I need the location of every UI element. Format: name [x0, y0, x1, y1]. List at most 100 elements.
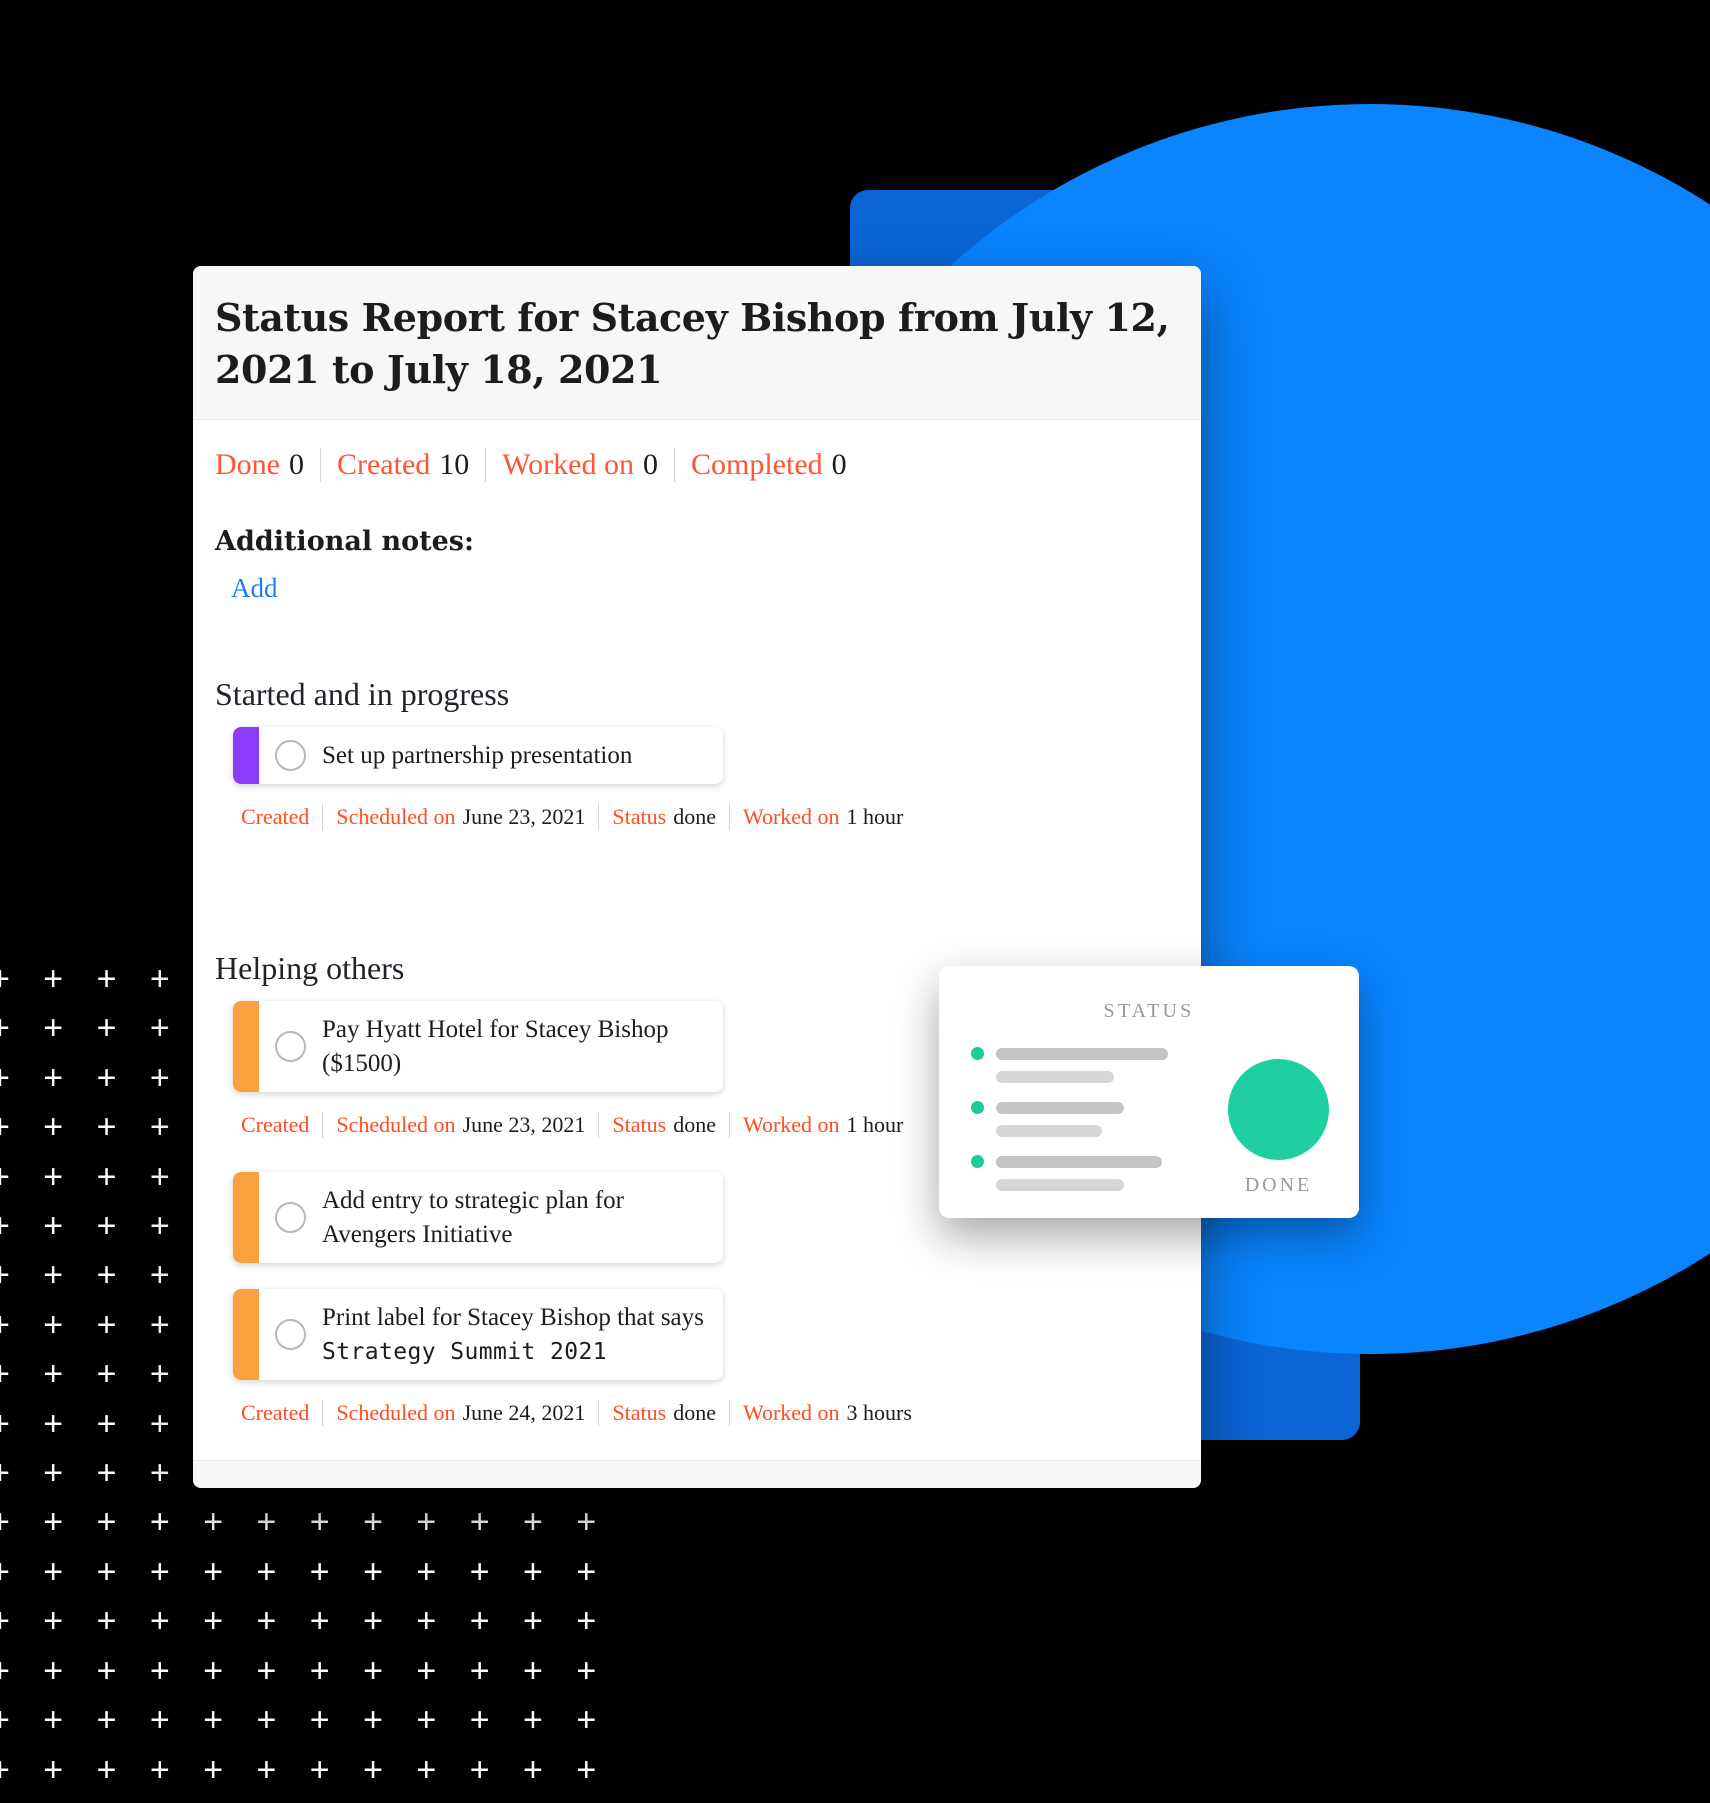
task-meta-label: Status — [612, 1400, 667, 1426]
task-text: Pay Hyatt Hotel for Stacey Bishop ($1500… — [322, 1013, 709, 1080]
status-skeleton-bar — [996, 1047, 1168, 1060]
task-card-inner: Print label for Stacey Bishop that says S… — [259, 1289, 723, 1380]
stat-worked-on: Worked on 0 — [485, 447, 674, 482]
task-meta-created: Created — [241, 1400, 322, 1426]
task-meta-value: June 24, 2021 — [462, 1400, 586, 1426]
task-meta-value: June 23, 2021 — [462, 1112, 586, 1138]
task-item: Print label for Stacey Bishop that says S… — [233, 1289, 1179, 1427]
task-card-inner: Add entry to strategic plan for Avengers… — [259, 1172, 723, 1263]
task-meta-created: Created — [241, 804, 322, 830]
add-note-link[interactable]: Add — [231, 573, 278, 604]
task-meta-row: Created Scheduled on June 24, 2021 Status do… — [241, 1400, 1179, 1427]
status-skeleton-list — [965, 1047, 1228, 1209]
stat-label: Worked on — [502, 447, 634, 481]
stat-done: Done 0 — [215, 448, 320, 482]
stat-value: 0 — [288, 447, 304, 481]
status-skeleton-bar — [996, 1101, 1124, 1114]
status-widget-body: DONE — [965, 1047, 1333, 1209]
status-dot-icon — [971, 1101, 984, 1114]
task-meta-row: Created Scheduled on June 23, 2021 Status do… — [241, 804, 1179, 831]
stat-value: 10 — [439, 447, 470, 481]
task-meta-label: Worked on — [742, 1400, 840, 1426]
status-skeleton-bar — [996, 1155, 1162, 1168]
task-item: Set up partnership presentation Created Sc… — [233, 726, 1179, 831]
task-text-main: Set up partnership presentation — [322, 741, 633, 769]
status-skeleton-primary-line — [971, 1047, 1228, 1060]
stat-label: Created — [336, 447, 431, 481]
task-text-main: Pay Hyatt Hotel for Stacey Bishop ($1500… — [322, 1016, 669, 1077]
task-meta-status: Status done — [598, 804, 729, 831]
task-card[interactable]: Set up partnership presentation — [233, 726, 723, 785]
task-text: Print label for Stacey Bishop that says S… — [322, 1301, 704, 1368]
status-report-card: Status Report for Stacey Bishop from Jul… — [193, 266, 1201, 1488]
stat-value: 0 — [642, 447, 658, 481]
task-card[interactable]: Print label for Stacey Bishop that says S… — [233, 1289, 723, 1381]
task-meta-value: done — [673, 804, 716, 830]
task-meta-created: Created — [241, 1112, 322, 1138]
task-meta-scheduled-on: Scheduled on June 23, 2021 — [322, 804, 598, 831]
task-accent-bar — [233, 1172, 259, 1264]
task-meta-status: Status done — [598, 1112, 729, 1139]
status-skeleton-subbar — [996, 1071, 1114, 1083]
stat-label: Done — [215, 447, 280, 481]
task-meta-label: Scheduled on — [336, 1400, 456, 1426]
stats-summary-row: Done 0 Created 10 Worked on 0 Completed 0 — [215, 447, 1179, 482]
task-meta-value: 1 hour — [846, 1112, 904, 1138]
task-card-inner: Pay Hyatt Hotel for Stacey Bishop ($1500… — [259, 1001, 723, 1092]
status-skeleton-primary-line — [971, 1155, 1228, 1168]
task-card-inner: Set up partnership presentation — [259, 727, 723, 785]
task-accent-bar — [233, 726, 259, 785]
section-title: Started and in progress — [215, 675, 510, 712]
task-accent-bar — [233, 1289, 259, 1381]
task-meta-worked-on: Worked on 1 hour — [728, 804, 916, 831]
stat-value: 0 — [831, 447, 847, 481]
task-meta-label: Scheduled on — [336, 1112, 456, 1138]
task-card[interactable]: Add entry to strategic plan for Avengers… — [233, 1172, 723, 1264]
page-title: Status Report for Stacey Bishop from Jul… — [215, 295, 1170, 393]
status-skeleton-row — [971, 1155, 1228, 1191]
task-meta-worked-on: Worked on 3 hours — [728, 1400, 925, 1427]
report-header: Status Report for Stacey Bishop from Jul… — [193, 266, 1201, 420]
additional-notes-heading: Additional notes: — [215, 525, 474, 557]
stat-label: Completed — [690, 447, 823, 481]
status-done-indicator: DONE — [1228, 1059, 1333, 1197]
task-checkbox-circle-icon[interactable] — [275, 740, 306, 772]
status-skeleton-subbar — [996, 1179, 1124, 1191]
task-meta-scheduled-on: Scheduled on June 24, 2021 — [322, 1400, 598, 1427]
task-card[interactable]: Pay Hyatt Hotel for Stacey Bishop ($1500… — [233, 1001, 723, 1093]
stat-created: Created 10 — [319, 447, 485, 482]
task-meta-label: Status — [612, 804, 667, 830]
task-meta-value: June 23, 2021 — [462, 804, 586, 830]
status-widget-card: STATUS DONE — [939, 966, 1359, 1218]
status-dot-icon — [971, 1047, 984, 1060]
report-footer: Copy Link Copy Text — [193, 1460, 1201, 1488]
stat-completed: Completed 0 — [673, 447, 863, 482]
task-text-monospace: Strategy Summit 2021 — [322, 1338, 607, 1365]
task-checkbox-circle-icon[interactable] — [275, 1202, 306, 1234]
status-skeleton-primary-line — [971, 1101, 1228, 1114]
task-meta-label: Status — [612, 1112, 667, 1138]
status-dot-icon — [971, 1155, 984, 1168]
task-text-main: Print label for Stacey Bishop that says — [322, 1304, 704, 1332]
task-meta-scheduled-on: Scheduled on June 23, 2021 — [322, 1112, 598, 1139]
task-meta-label: Created — [241, 804, 310, 830]
task-meta-label: Scheduled on — [336, 804, 456, 830]
task-meta-value: 1 hour — [846, 804, 904, 830]
status-widget-heading: STATUS — [1103, 1000, 1195, 1022]
task-meta-worked-on: Worked on 1 hour — [728, 1112, 916, 1139]
task-accent-bar — [233, 1001, 259, 1093]
status-skeleton-row — [971, 1047, 1228, 1083]
task-checkbox-circle-icon[interactable] — [275, 1319, 306, 1351]
task-text: Add entry to strategic plan for Avengers… — [322, 1184, 709, 1251]
status-skeleton-subbar — [996, 1125, 1102, 1137]
task-meta-value: 3 hours — [846, 1400, 912, 1426]
task-meta-value: done — [673, 1112, 716, 1138]
status-skeleton-row — [971, 1101, 1228, 1137]
task-text: Set up partnership presentation — [322, 739, 632, 773]
task-meta-label: Worked on — [742, 804, 840, 830]
done-label: DONE — [1244, 1174, 1313, 1196]
task-checkbox-circle-icon[interactable] — [275, 1031, 306, 1063]
task-meta-label: Created — [241, 1400, 310, 1426]
